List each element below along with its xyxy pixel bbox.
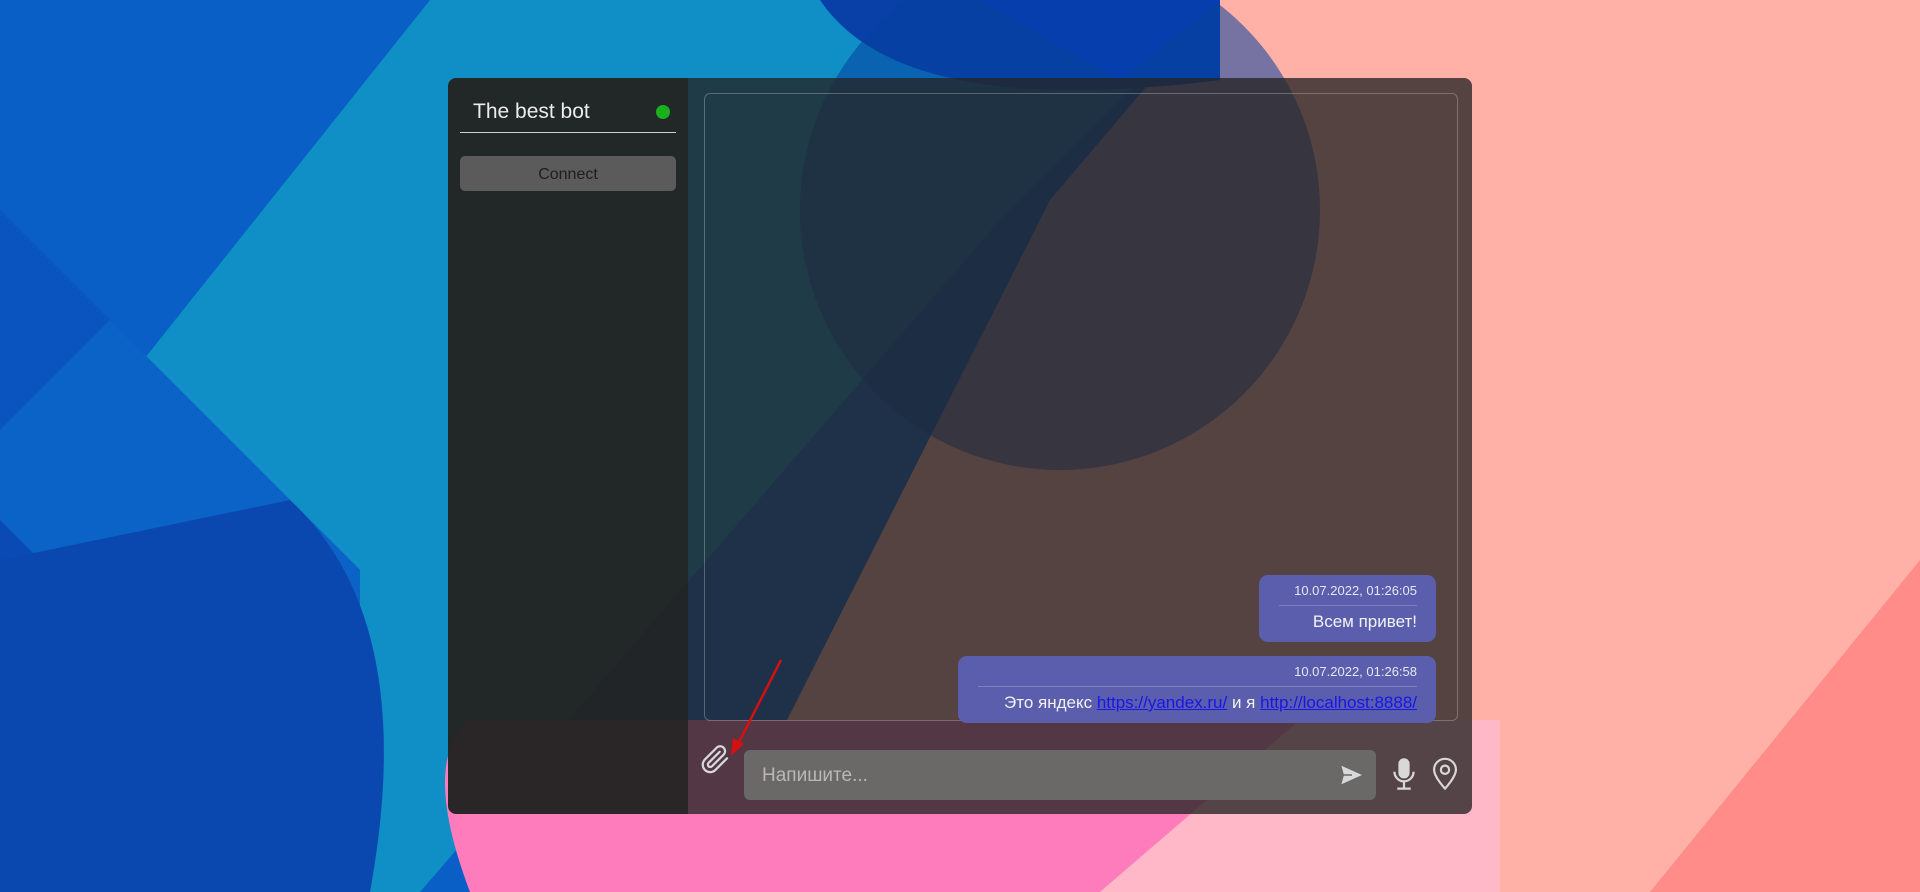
message-text-part: Это яндекс (1004, 693, 1097, 712)
message-bubble: 10.07.2022, 01:26:05 Всем привет! (1259, 575, 1436, 642)
message-text-part: и я (1227, 693, 1261, 712)
message-link-yandex[interactable]: https://yandex.ru/ (1097, 693, 1227, 712)
message-list[interactable]: 10.07.2022, 01:26:05 Всем привет! 10.07.… (704, 93, 1458, 723)
send-icon[interactable] (1337, 761, 1367, 789)
sidebar: The best bot Connect (448, 78, 688, 814)
message-text: Всем привет! (1312, 612, 1417, 631)
paperclip-icon[interactable] (698, 742, 732, 776)
message-composer (744, 750, 1376, 802)
microphone-icon[interactable] (1390, 756, 1418, 792)
message-bubble: 10.07.2022, 01:26:58 Это яндекс https://… (958, 656, 1436, 723)
message-timestamp: 10.07.2022, 01:26:05 (1279, 583, 1417, 606)
message-link-localhost[interactable]: http://localhost:8888/ (1260, 693, 1417, 712)
chat-window: The best bot Connect 10.07.2022, 01:26:0… (448, 78, 1472, 814)
message-input[interactable] (760, 750, 1324, 802)
online-status-indicator (656, 105, 670, 119)
bot-header[interactable]: The best bot (460, 90, 676, 133)
connect-button[interactable]: Connect (460, 156, 676, 191)
message-timestamp: 10.07.2022, 01:26:58 (978, 664, 1417, 687)
map-pin-icon[interactable] (1430, 757, 1460, 791)
bot-name: The best bot (473, 100, 590, 123)
message-text: Это яндекс https://yandex.ru/ и я http:/… (978, 693, 1417, 713)
chat-main: 10.07.2022, 01:26:05 Всем привет! 10.07.… (688, 78, 1472, 814)
